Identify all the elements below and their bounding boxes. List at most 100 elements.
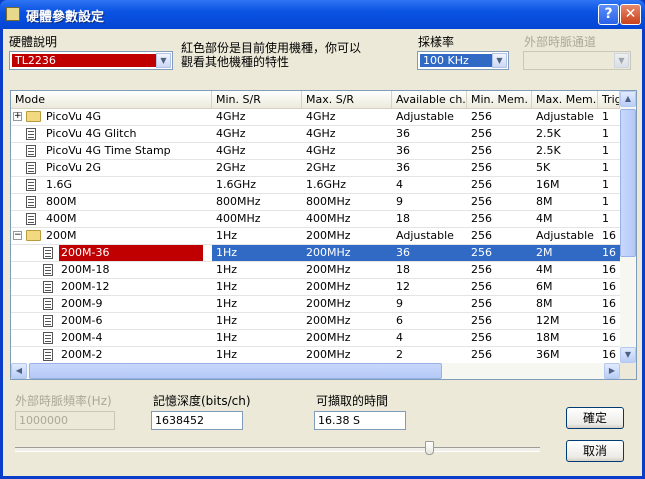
table-row[interactable]: 200M-2 1Hz 200MHz 2 256 36M 16 xyxy=(11,347,620,364)
table-row[interactable]: 200M-36 1Hz 200MHz 36 256 2M 16 xyxy=(11,245,620,262)
close-button[interactable]: ✕ xyxy=(620,4,641,25)
cell-trig: 16 xyxy=(602,348,616,361)
ext-clock-channel-label: 外部時脈通道 xyxy=(524,35,597,49)
cell-max-sr: 1.6GHz xyxy=(306,178,347,191)
document-icon xyxy=(43,298,53,310)
dialog-body: 硬體說明 TL2236 ▼ 紅色部份是目前使用機種，你可以 觀看其他機種的特性 … xyxy=(3,29,642,476)
column-header-min-mem[interactable]: Min. Mem. xyxy=(467,91,532,108)
sample-rate-label: 採樣率 xyxy=(418,35,455,49)
slider-track[interactable] xyxy=(15,447,540,452)
title-bar[interactable]: 硬體參數設定 ? ✕ xyxy=(0,0,645,29)
expand-icon[interactable]: + xyxy=(13,112,22,121)
ok-button[interactable]: 確定 xyxy=(566,407,624,429)
cell-available-ch: 36 xyxy=(396,144,410,157)
column-header-max-sr[interactable]: Max. S/R xyxy=(302,91,392,108)
cell-available-ch: 36 xyxy=(392,245,467,261)
ext-clock-channel-value xyxy=(526,54,532,67)
scroll-left-icon[interactable]: ◀ xyxy=(11,363,27,379)
cell-max-mem: 12M xyxy=(536,314,560,327)
cancel-button[interactable]: 取消 xyxy=(566,440,624,462)
cell-mode[interactable]: 400M xyxy=(11,211,212,227)
horizontal-scroll-thumb[interactable] xyxy=(29,363,442,379)
mode-table[interactable]: Mode Min. S/R Max. S/R Available ch. Min… xyxy=(10,90,637,380)
cell-max-mem: 2.5K xyxy=(536,127,561,140)
document-icon xyxy=(26,162,36,174)
column-header-trig[interactable]: Trig xyxy=(598,91,620,108)
cell-max-sr: 200MHz xyxy=(306,348,351,361)
slider-thumb[interactable] xyxy=(425,441,434,455)
memory-depth-field[interactable]: 1638452 xyxy=(151,411,243,430)
column-header-mode[interactable]: Mode xyxy=(11,91,212,108)
ext-clock-channel-combo[interactable]: ▼ xyxy=(523,51,631,70)
help-button[interactable]: ? xyxy=(598,4,619,25)
window-title: 硬體參數設定 xyxy=(26,10,105,25)
ext-clock-freq-field[interactable]: 1000000 xyxy=(15,411,115,430)
horizontal-scrollbar[interactable]: ◀ ▶ xyxy=(11,363,620,379)
cell-max-sr: 200MHz xyxy=(306,263,351,276)
scroll-up-icon[interactable]: ▲ xyxy=(620,91,636,107)
cell-mode[interactable]: 200M-2 xyxy=(11,347,212,363)
table-row[interactable]: 200M-18 1Hz 200MHz 18 256 4M 16 xyxy=(11,262,620,279)
mode-label: 400M xyxy=(46,212,77,225)
table-row[interactable]: PicoVu 4G Glitch 4GHz 4GHz 36 256 2.5K 1 xyxy=(11,126,620,143)
cell-min-mem: 256 xyxy=(471,195,492,208)
mode-label: PicoVu 4G Glitch xyxy=(46,127,137,140)
vertical-scrollbar[interactable]: ▲ ▼ xyxy=(620,91,636,363)
mode-label: 200M-2 xyxy=(61,348,103,361)
cell-mode[interactable]: 200M-12 xyxy=(11,279,212,295)
cell-mode[interactable]: PicoVu 2G xyxy=(11,160,212,176)
mode-label: 200M-12 xyxy=(61,280,110,293)
table-row[interactable]: 200M-6 1Hz 200MHz 6 256 12M 16 xyxy=(11,313,620,330)
chevron-down-icon[interactable]: ▼ xyxy=(492,53,507,68)
mode-label: 200M-4 xyxy=(61,331,103,344)
column-header-max-mem[interactable]: Max. Mem. xyxy=(532,91,598,108)
app-icon xyxy=(6,7,20,21)
table-row[interactable]: 400M 400MHz 400MHz 18 256 4M 1 xyxy=(11,211,620,228)
cell-mode[interactable]: 200M-18 xyxy=(11,262,212,278)
column-header-min-sr[interactable]: Min. S/R xyxy=(212,91,302,108)
table-row[interactable]: PicoVu 4G Time Stamp 4GHz 4GHz 36 256 2.5K 1 xyxy=(11,143,620,160)
sample-rate-combo[interactable]: 100 KHz ▼ xyxy=(417,51,509,70)
table-row[interactable]: + PicoVu 4G 4GHz 4GHz Adjustable 256 Adjustabl… xyxy=(11,109,620,126)
table-row[interactable]: 800M 800MHz 800MHz 9 256 8M 1 xyxy=(11,194,620,211)
capture-time-field[interactable]: 16.38 S xyxy=(314,411,406,430)
mode-label: 200M-36 xyxy=(59,245,203,261)
cell-min-mem: 256 xyxy=(471,127,492,140)
cell-min-sr: 1Hz xyxy=(216,297,238,310)
column-header-available-ch[interactable]: Available ch. xyxy=(392,91,467,108)
scroll-down-icon[interactable]: ▼ xyxy=(620,347,636,363)
table-row[interactable]: 200M-9 1Hz 200MHz 9 256 8M 16 xyxy=(11,296,620,313)
cell-mode[interactable]: 200M-4 xyxy=(11,330,212,346)
vertical-scroll-thumb[interactable] xyxy=(620,109,636,257)
cell-mode[interactable]: − 200M xyxy=(11,228,212,244)
cell-mode[interactable]: 200M-36 xyxy=(11,245,212,261)
hardware-label: 硬體說明 xyxy=(9,35,58,49)
cell-mode[interactable]: 800M xyxy=(11,194,212,210)
cell-min-sr: 800MHz xyxy=(216,195,261,208)
chevron-down-icon[interactable]: ▼ xyxy=(156,53,171,68)
table-row[interactable]: 200M-4 1Hz 200MHz 4 256 18M 16 xyxy=(11,330,620,347)
cell-mode[interactable]: 200M-9 xyxy=(11,296,212,312)
cell-mode[interactable]: + PicoVu 4G xyxy=(11,109,212,125)
table-row[interactable]: 200M-12 1Hz 200MHz 12 256 6M 16 xyxy=(11,279,620,296)
cell-mode[interactable]: 200M-6 xyxy=(11,313,212,329)
cell-min-sr: 400MHz xyxy=(216,212,261,225)
cell-max-sr: 4GHz xyxy=(306,127,336,140)
scroll-right-icon[interactable]: ▶ xyxy=(604,363,620,379)
chevron-down-icon[interactable]: ▼ xyxy=(614,53,629,68)
cell-max-sr: 4GHz xyxy=(306,144,336,157)
cell-mode[interactable]: PicoVu 4G Time Stamp xyxy=(11,143,212,159)
cell-max-sr: 200MHz xyxy=(306,280,351,293)
table-header: Mode Min. S/R Max. S/R Available ch. Min… xyxy=(11,91,620,109)
table-row[interactable]: − 200M 1Hz 200MHz Adjustable 256 Adjustable 16 xyxy=(11,228,620,245)
cell-max-mem: 36M xyxy=(536,348,560,361)
cell-max-sr: 800MHz xyxy=(306,195,351,208)
cell-trig: 16 xyxy=(602,263,616,276)
table-row[interactable]: PicoVu 2G 2GHz 2GHz 36 256 5K 1 xyxy=(11,160,620,177)
cell-mode[interactable]: PicoVu 4G Glitch xyxy=(11,126,212,142)
mode-label: PicoVu 2G xyxy=(46,161,101,174)
table-row[interactable]: 1.6G 1.6GHz 1.6GHz 4 256 16M 1 xyxy=(11,177,620,194)
cell-mode[interactable]: 1.6G xyxy=(11,177,212,193)
hardware-combo[interactable]: TL2236 ▼ xyxy=(9,51,173,70)
collapse-icon[interactable]: − xyxy=(13,231,22,240)
